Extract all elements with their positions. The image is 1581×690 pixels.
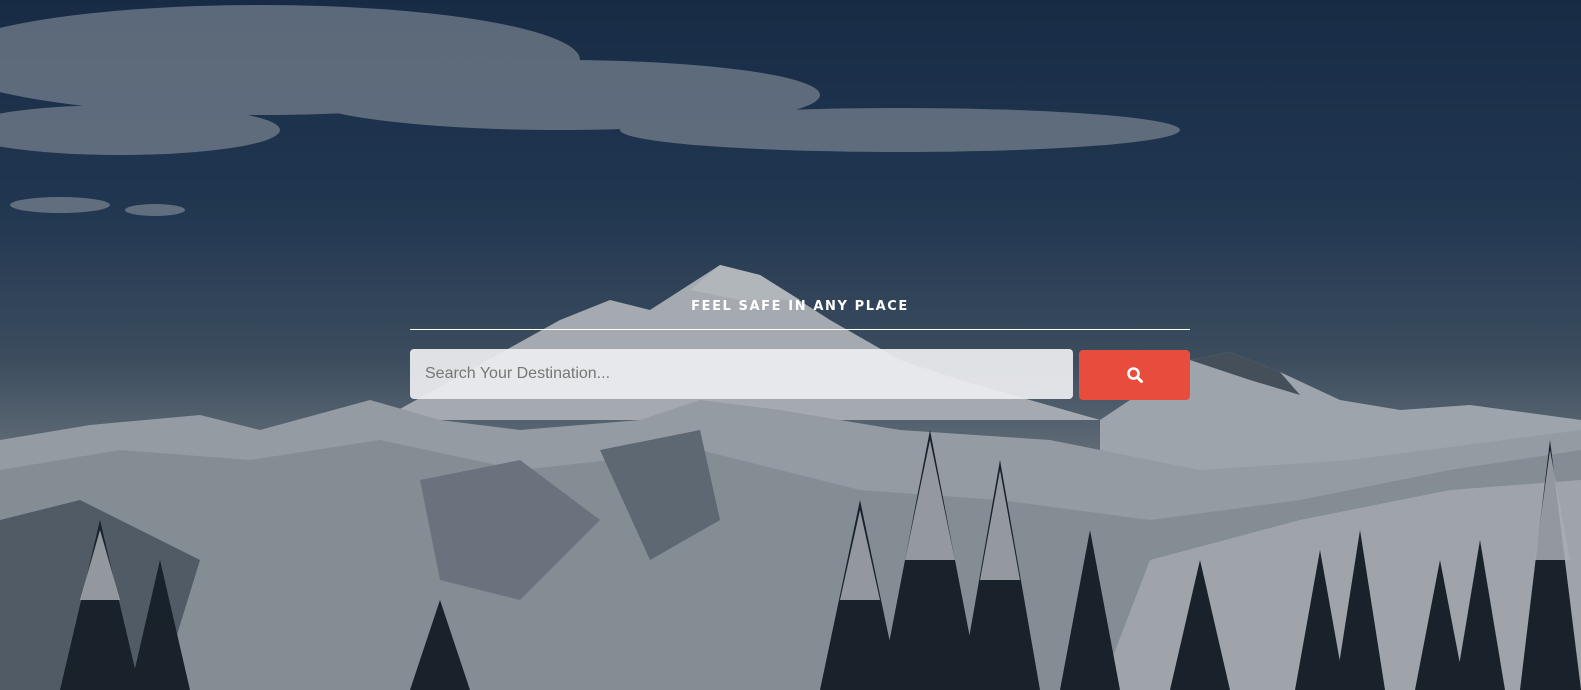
hero-section: FEEL SAFE IN ANY PLACE (0, 0, 1581, 690)
destination-search-input[interactable] (410, 348, 1074, 399)
search-button[interactable] (1079, 350, 1190, 400)
search-block: FEEL SAFE IN ANY PLACE (410, 298, 1190, 400)
search-form (410, 347, 1190, 400)
search-icon (1126, 366, 1144, 384)
hero-tagline: FEEL SAFE IN ANY PLACE (691, 299, 909, 314)
tagline-divider (410, 329, 1190, 330)
